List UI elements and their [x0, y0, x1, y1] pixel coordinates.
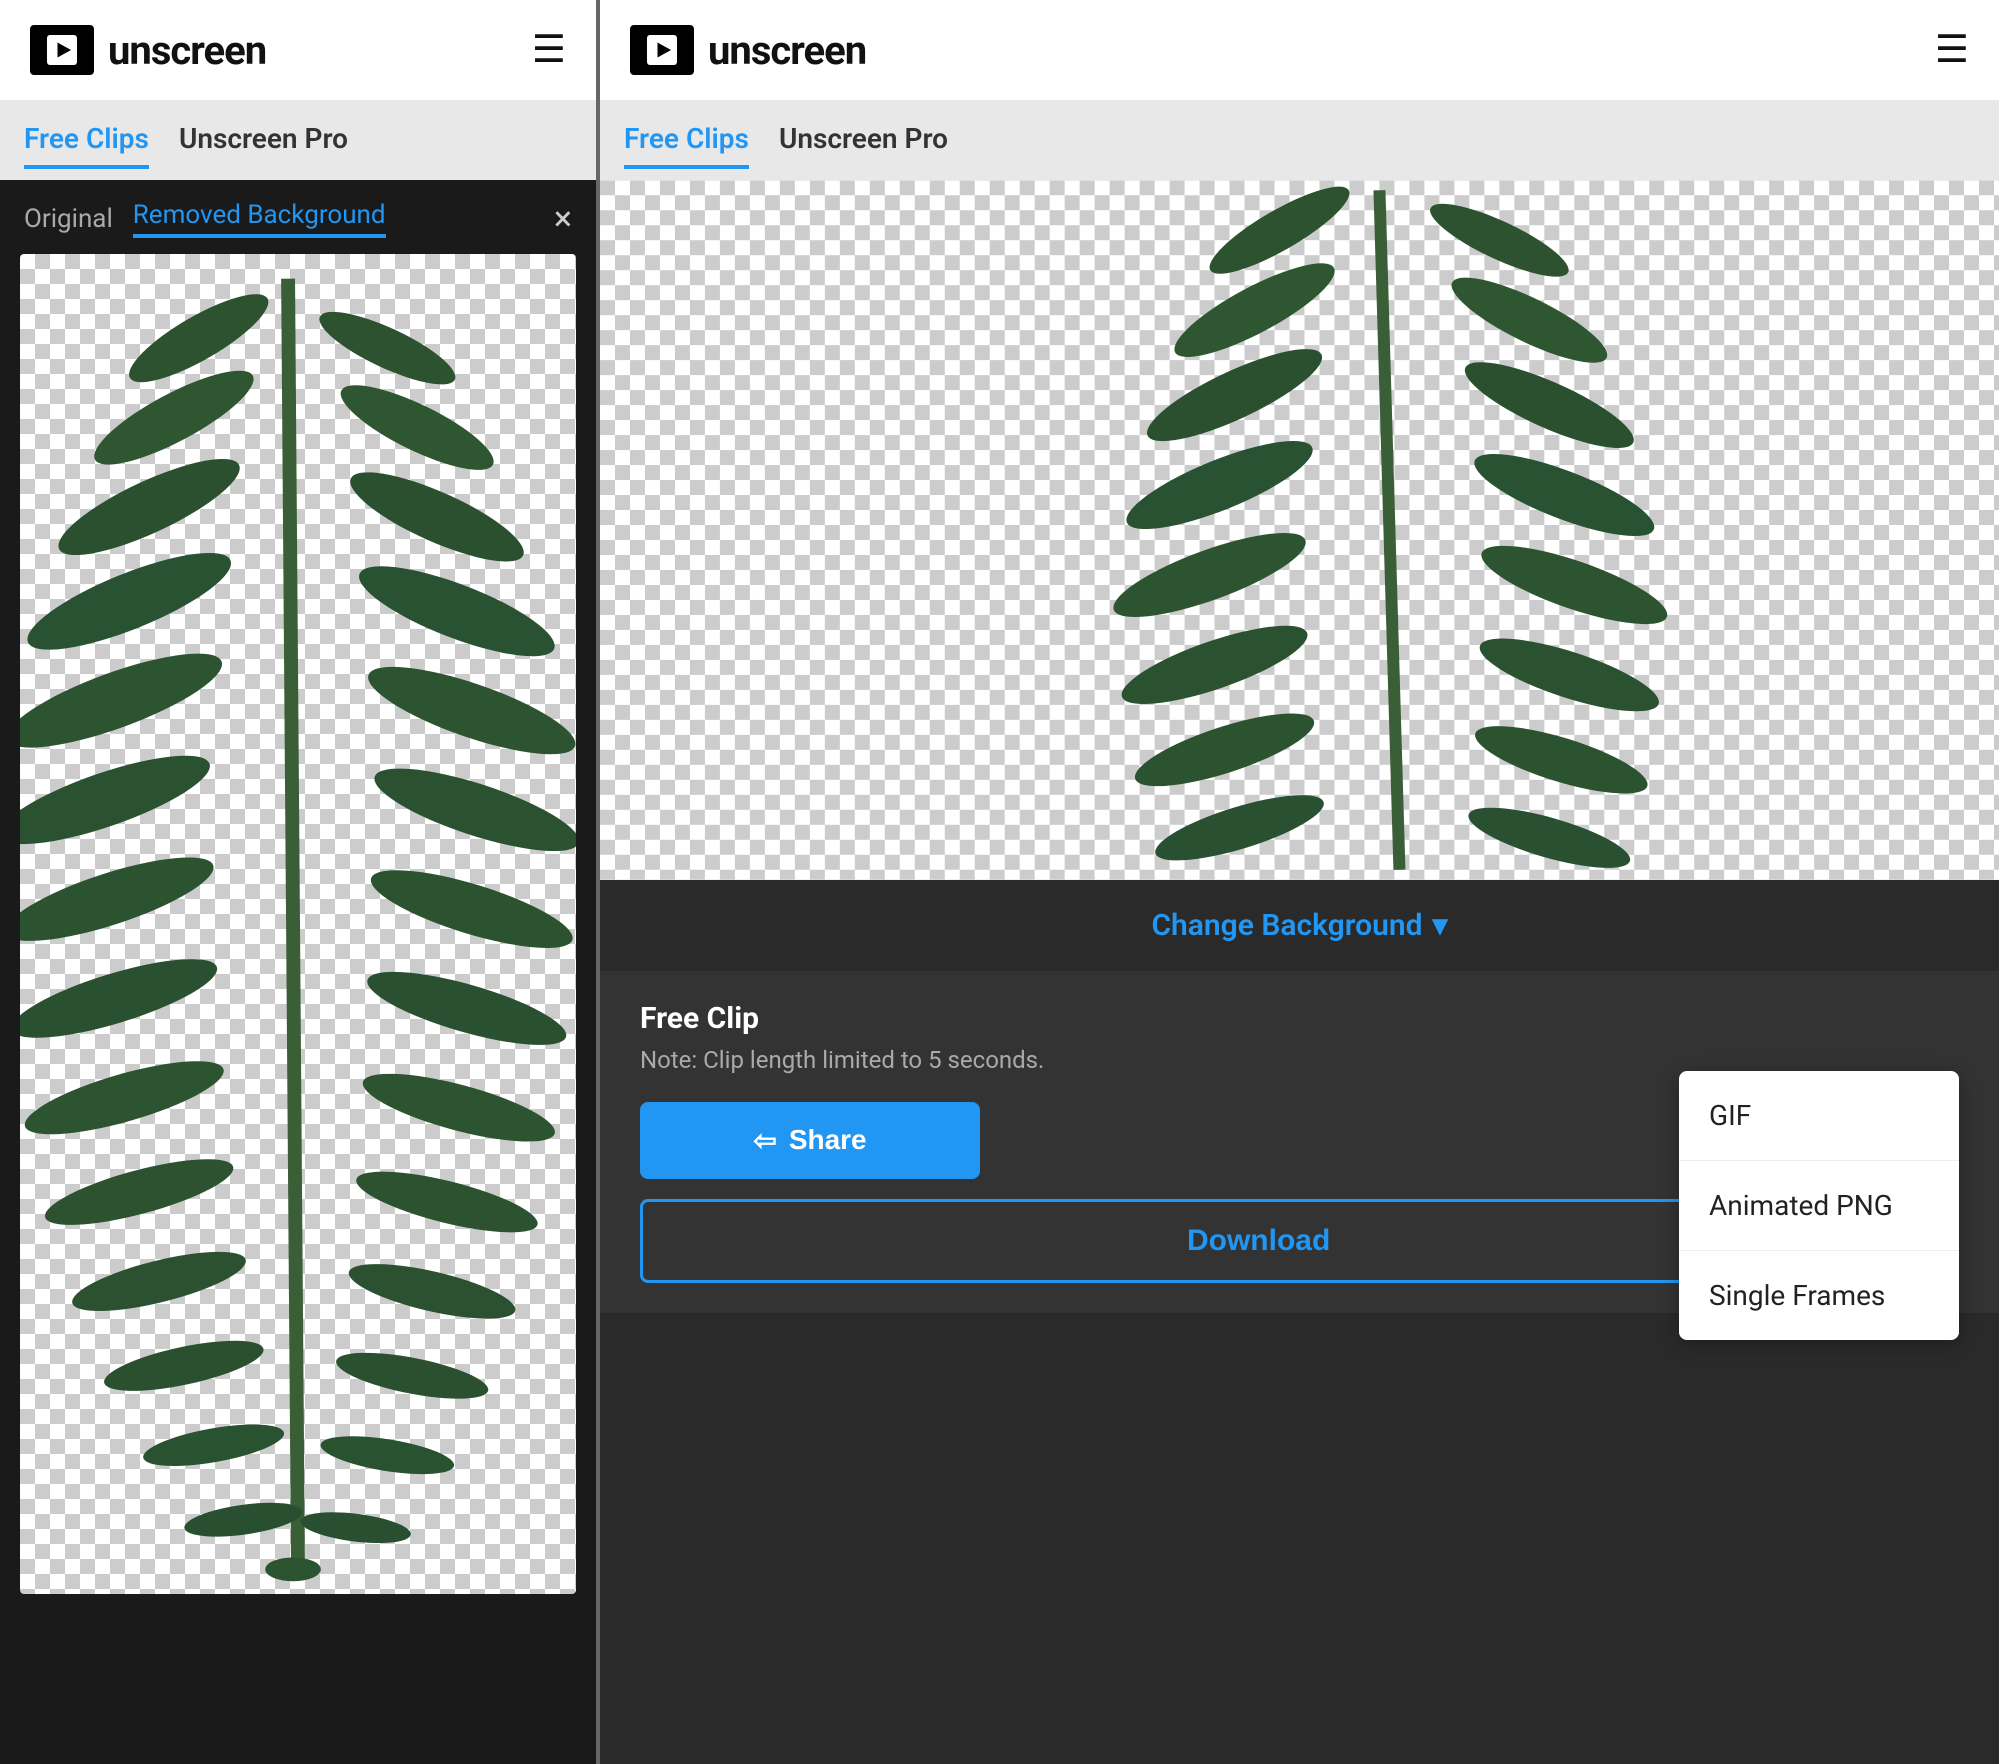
modal-tab-removed-bg[interactable]: Removed Background: [133, 200, 386, 238]
share-label: Share: [789, 1124, 867, 1156]
right-menu-button[interactable]: ☰: [1935, 31, 1969, 69]
change-bg-label: Change Background: [1151, 908, 1422, 943]
free-clip-title: Free Clip: [640, 1001, 1959, 1036]
change-background-button[interactable]: Change Background ▾: [600, 880, 1999, 971]
right-play-icon: [644, 32, 680, 68]
left-tab-free-clips[interactable]: Free Clips: [24, 112, 149, 169]
right-tab-free-clips[interactable]: Free Clips: [624, 112, 749, 169]
right-logo-icon: [630, 25, 694, 75]
left-image-container: [20, 254, 576, 1594]
download-dropdown-menu: GIF Animated PNG Single Frames: [1679, 1071, 1959, 1340]
right-content: Change Background ▾ Free Clip Note: Clip…: [600, 180, 1999, 1764]
left-logo: unscreen: [30, 25, 266, 75]
dropdown-item-single-frames[interactable]: Single Frames: [1679, 1251, 1959, 1340]
share-icon: ⇦: [753, 1124, 776, 1157]
right-logo-text: unscreen: [708, 27, 866, 74]
leaf-image-left: [20, 254, 576, 1594]
modal-header: Original Removed Background ×: [20, 200, 576, 238]
dropdown-item-gif[interactable]: GIF: [1679, 1071, 1959, 1161]
bottom-section: Free Clip Note: Clip length limited to 5…: [600, 971, 1999, 1313]
right-panel: unscreen ☰ Free Clips Unscreen Pro: [600, 0, 1999, 1764]
modal-tab-original[interactable]: Original: [24, 204, 113, 234]
close-button[interactable]: ×: [554, 202, 572, 236]
leaf-image-right: [600, 180, 1999, 880]
right-nav-tabs: Free Clips Unscreen Pro: [600, 100, 1999, 180]
chevron-down-icon: ▾: [1433, 908, 1448, 943]
play-icon: [44, 32, 80, 68]
left-nav-tabs: Free Clips Unscreen Pro: [0, 100, 596, 180]
left-logo-text: unscreen: [108, 27, 266, 74]
right-header: unscreen ☰: [600, 0, 1999, 100]
left-menu-button[interactable]: ☰: [532, 31, 566, 69]
modal-tabs: Original Removed Background: [24, 200, 386, 238]
right-tab-unscreen-pro[interactable]: Unscreen Pro: [779, 112, 948, 169]
left-panel: unscreen ☰ Free Clips Unscreen Pro Origi…: [0, 0, 600, 1764]
right-image-container: [600, 180, 1999, 880]
left-content: Original Removed Background ×: [0, 180, 596, 1764]
dropdown-item-animated-png[interactable]: Animated PNG: [1679, 1161, 1959, 1251]
left-logo-icon: [30, 25, 94, 75]
right-logo: unscreen: [630, 25, 866, 75]
share-button[interactable]: ⇦ Share: [640, 1102, 980, 1179]
left-header: unscreen ☰: [0, 0, 596, 100]
left-tab-unscreen-pro[interactable]: Unscreen Pro: [179, 112, 348, 169]
